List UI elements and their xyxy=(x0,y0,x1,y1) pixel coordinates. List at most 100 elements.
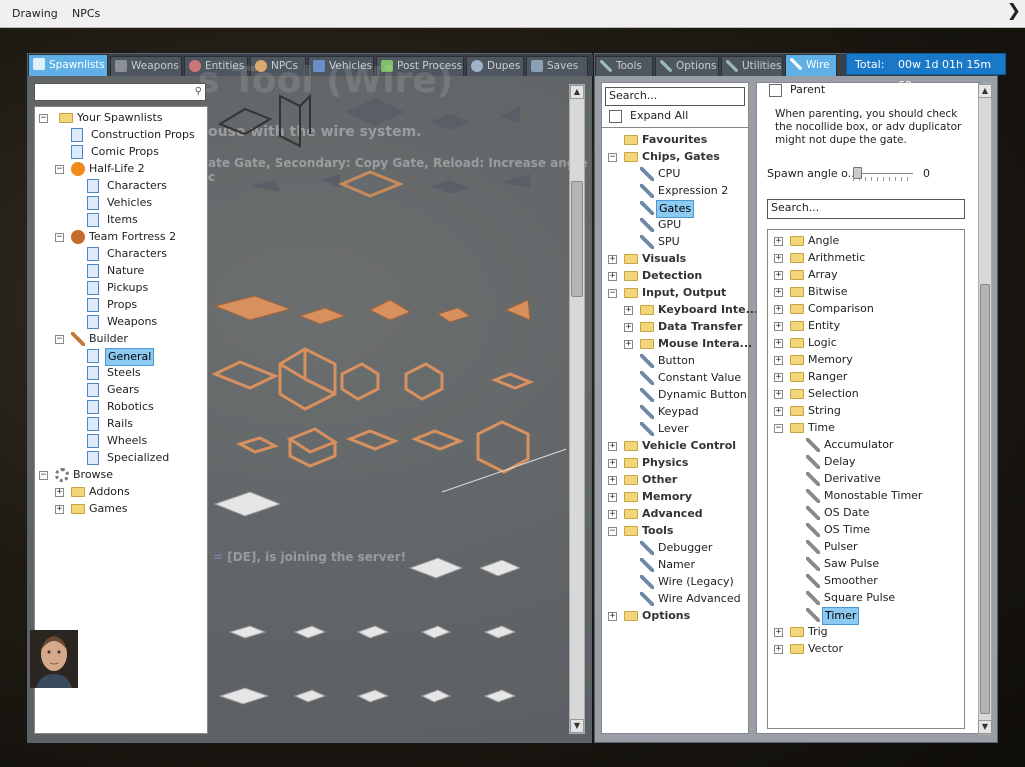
prop-wood-frame[interactable] xyxy=(345,429,400,451)
expand-icon[interactable]: + xyxy=(55,488,64,497)
prop-light-plate[interactable] xyxy=(228,625,267,639)
collapse-icon[interactable]: − xyxy=(55,233,64,242)
wire-category-panel: Search... Expand All Favourites − Chips, … xyxy=(601,82,758,734)
expand-icon[interactable]: + xyxy=(608,493,617,502)
collapse-icon[interactable]: − xyxy=(39,471,48,480)
tab-weapons[interactable]: Weapons xyxy=(110,56,182,76)
parent-checkbox[interactable] xyxy=(769,84,782,97)
collapse-icon[interactable]: − xyxy=(55,165,64,174)
prop-wood-pallet[interactable] xyxy=(298,307,347,325)
expand-icon[interactable]: + xyxy=(774,322,783,331)
expand-icon[interactable]: + xyxy=(774,407,783,416)
spawnlist-content xyxy=(210,84,611,734)
tab-options[interactable]: Options xyxy=(655,56,719,76)
prop-light-plate[interactable] xyxy=(293,689,327,703)
prop-frame-wood[interactable] xyxy=(338,170,405,198)
tab-utilities[interactable]: Utilities xyxy=(721,56,783,76)
collapse-icon[interactable]: − xyxy=(608,289,617,298)
prop-plate[interactable] xyxy=(500,106,520,124)
prop-wood-pallet[interactable] xyxy=(213,295,292,321)
expand-icon[interactable]: + xyxy=(774,373,783,382)
prop-wood-pallet[interactable] xyxy=(436,307,472,323)
prop-light-plate[interactable] xyxy=(483,625,517,639)
prop-light-plate[interactable] xyxy=(408,557,464,579)
spawnlist-scrollbar[interactable]: ▲ ▼ xyxy=(569,84,585,734)
expand-icon[interactable]: + xyxy=(774,628,783,637)
prop-wood-cube[interactable] xyxy=(278,347,337,411)
scroll-down-icon[interactable]: ▼ xyxy=(978,720,992,734)
expand-icon[interactable]: + xyxy=(774,339,783,348)
collapse-icon[interactable]: − xyxy=(608,527,617,536)
expand-icon[interactable]: + xyxy=(608,612,617,621)
prop-plate[interactable] xyxy=(500,174,530,188)
prop-light-plate[interactable] xyxy=(356,689,390,703)
expand-all-checkbox[interactable] xyxy=(609,110,622,123)
prop-light-plate[interactable] xyxy=(420,689,452,703)
spawn-angle-slider[interactable] xyxy=(853,167,913,181)
search-icon[interactable]: ⚲ xyxy=(195,84,202,100)
expand-icon[interactable]: + xyxy=(608,255,617,264)
gate-panel-scrollbar[interactable]: ▲ ▼ xyxy=(978,83,992,735)
expand-icon[interactable]: + xyxy=(774,645,783,654)
expand-icon[interactable]: + xyxy=(774,288,783,297)
tab-dupes[interactable]: Dupes xyxy=(466,56,524,76)
prop-plate[interactable] xyxy=(430,180,470,194)
expand-icon[interactable]: + xyxy=(774,390,783,399)
prop-light-plate[interactable] xyxy=(218,687,270,705)
wire-search-input[interactable]: Search... xyxy=(605,87,745,106)
prop-plate[interactable] xyxy=(320,174,340,188)
expand-icon[interactable]: + xyxy=(608,510,617,519)
expand-icon[interactable]: + xyxy=(774,254,783,263)
scroll-down-icon[interactable]: ▼ xyxy=(570,719,584,733)
prop-wood-frame[interactable] xyxy=(211,360,279,390)
chevron-right-icon[interactable]: ❯ xyxy=(1007,1,1021,21)
expand-icon[interactable]: + xyxy=(624,340,633,349)
slider-ticks xyxy=(853,177,913,181)
prop-light-plate[interactable] xyxy=(356,625,390,639)
prop-frame-tall[interactable] xyxy=(279,93,311,148)
expand-icon[interactable]: + xyxy=(608,476,617,485)
prop-plate[interactable] xyxy=(345,98,405,126)
prop-frame-flat[interactable] xyxy=(217,107,273,136)
collapse-icon[interactable]: − xyxy=(55,335,64,344)
prop-wood-pallet[interactable] xyxy=(368,299,412,321)
collapse-icon[interactable]: − xyxy=(774,424,783,433)
collapse-icon[interactable]: − xyxy=(39,114,48,123)
prop-light-plate[interactable] xyxy=(478,559,522,577)
expand-icon[interactable]: + xyxy=(608,459,617,468)
expand-icon[interactable]: + xyxy=(624,306,633,315)
prop-wood-cube[interactable] xyxy=(286,427,339,468)
expand-icon[interactable]: + xyxy=(774,237,783,246)
gate-search-input[interactable]: Search... xyxy=(767,199,965,219)
expand-icon[interactable]: + xyxy=(608,272,617,281)
spawnlist-search-input[interactable]: ⚲ xyxy=(34,83,206,101)
prop-wood-frame[interactable] xyxy=(236,436,279,454)
menu-drawing[interactable]: Drawing xyxy=(12,7,58,20)
expand-icon[interactable]: + xyxy=(608,442,617,451)
prop-light-plate[interactable] xyxy=(213,491,282,517)
expand-icon[interactable]: + xyxy=(774,356,783,365)
prop-wood-cube[interactable] xyxy=(340,362,380,401)
menu-npcs[interactable]: NPCs xyxy=(72,7,100,20)
scroll-up-icon[interactable]: ▲ xyxy=(570,85,584,99)
scroll-thumb[interactable] xyxy=(571,181,583,297)
collapse-icon[interactable]: − xyxy=(608,153,617,162)
scroll-thumb[interactable] xyxy=(980,284,990,714)
expand-icon[interactable]: + xyxy=(624,323,633,332)
tab-tools[interactable]: Tools xyxy=(595,56,653,76)
prop-plate[interactable] xyxy=(430,114,470,130)
tab-saves[interactable]: Saves xyxy=(526,56,588,76)
tab-wire[interactable]: Wire xyxy=(785,54,837,76)
prop-wood-cube[interactable] xyxy=(404,362,444,401)
prop-light-plate[interactable] xyxy=(420,625,452,639)
expand-icon[interactable]: + xyxy=(774,305,783,314)
prop-plate[interactable] xyxy=(250,180,280,192)
expand-icon[interactable]: + xyxy=(55,505,64,514)
prop-light-plate[interactable] xyxy=(293,625,327,639)
prop-wood-frame[interactable] xyxy=(410,429,465,451)
prop-wood-frame[interactable] xyxy=(490,372,535,390)
expand-icon[interactable]: + xyxy=(774,271,783,280)
tab-spawnlists[interactable]: Spawnlists xyxy=(28,54,108,76)
prop-wood-pallet[interactable] xyxy=(504,299,531,321)
prop-light-plate[interactable] xyxy=(483,689,517,703)
